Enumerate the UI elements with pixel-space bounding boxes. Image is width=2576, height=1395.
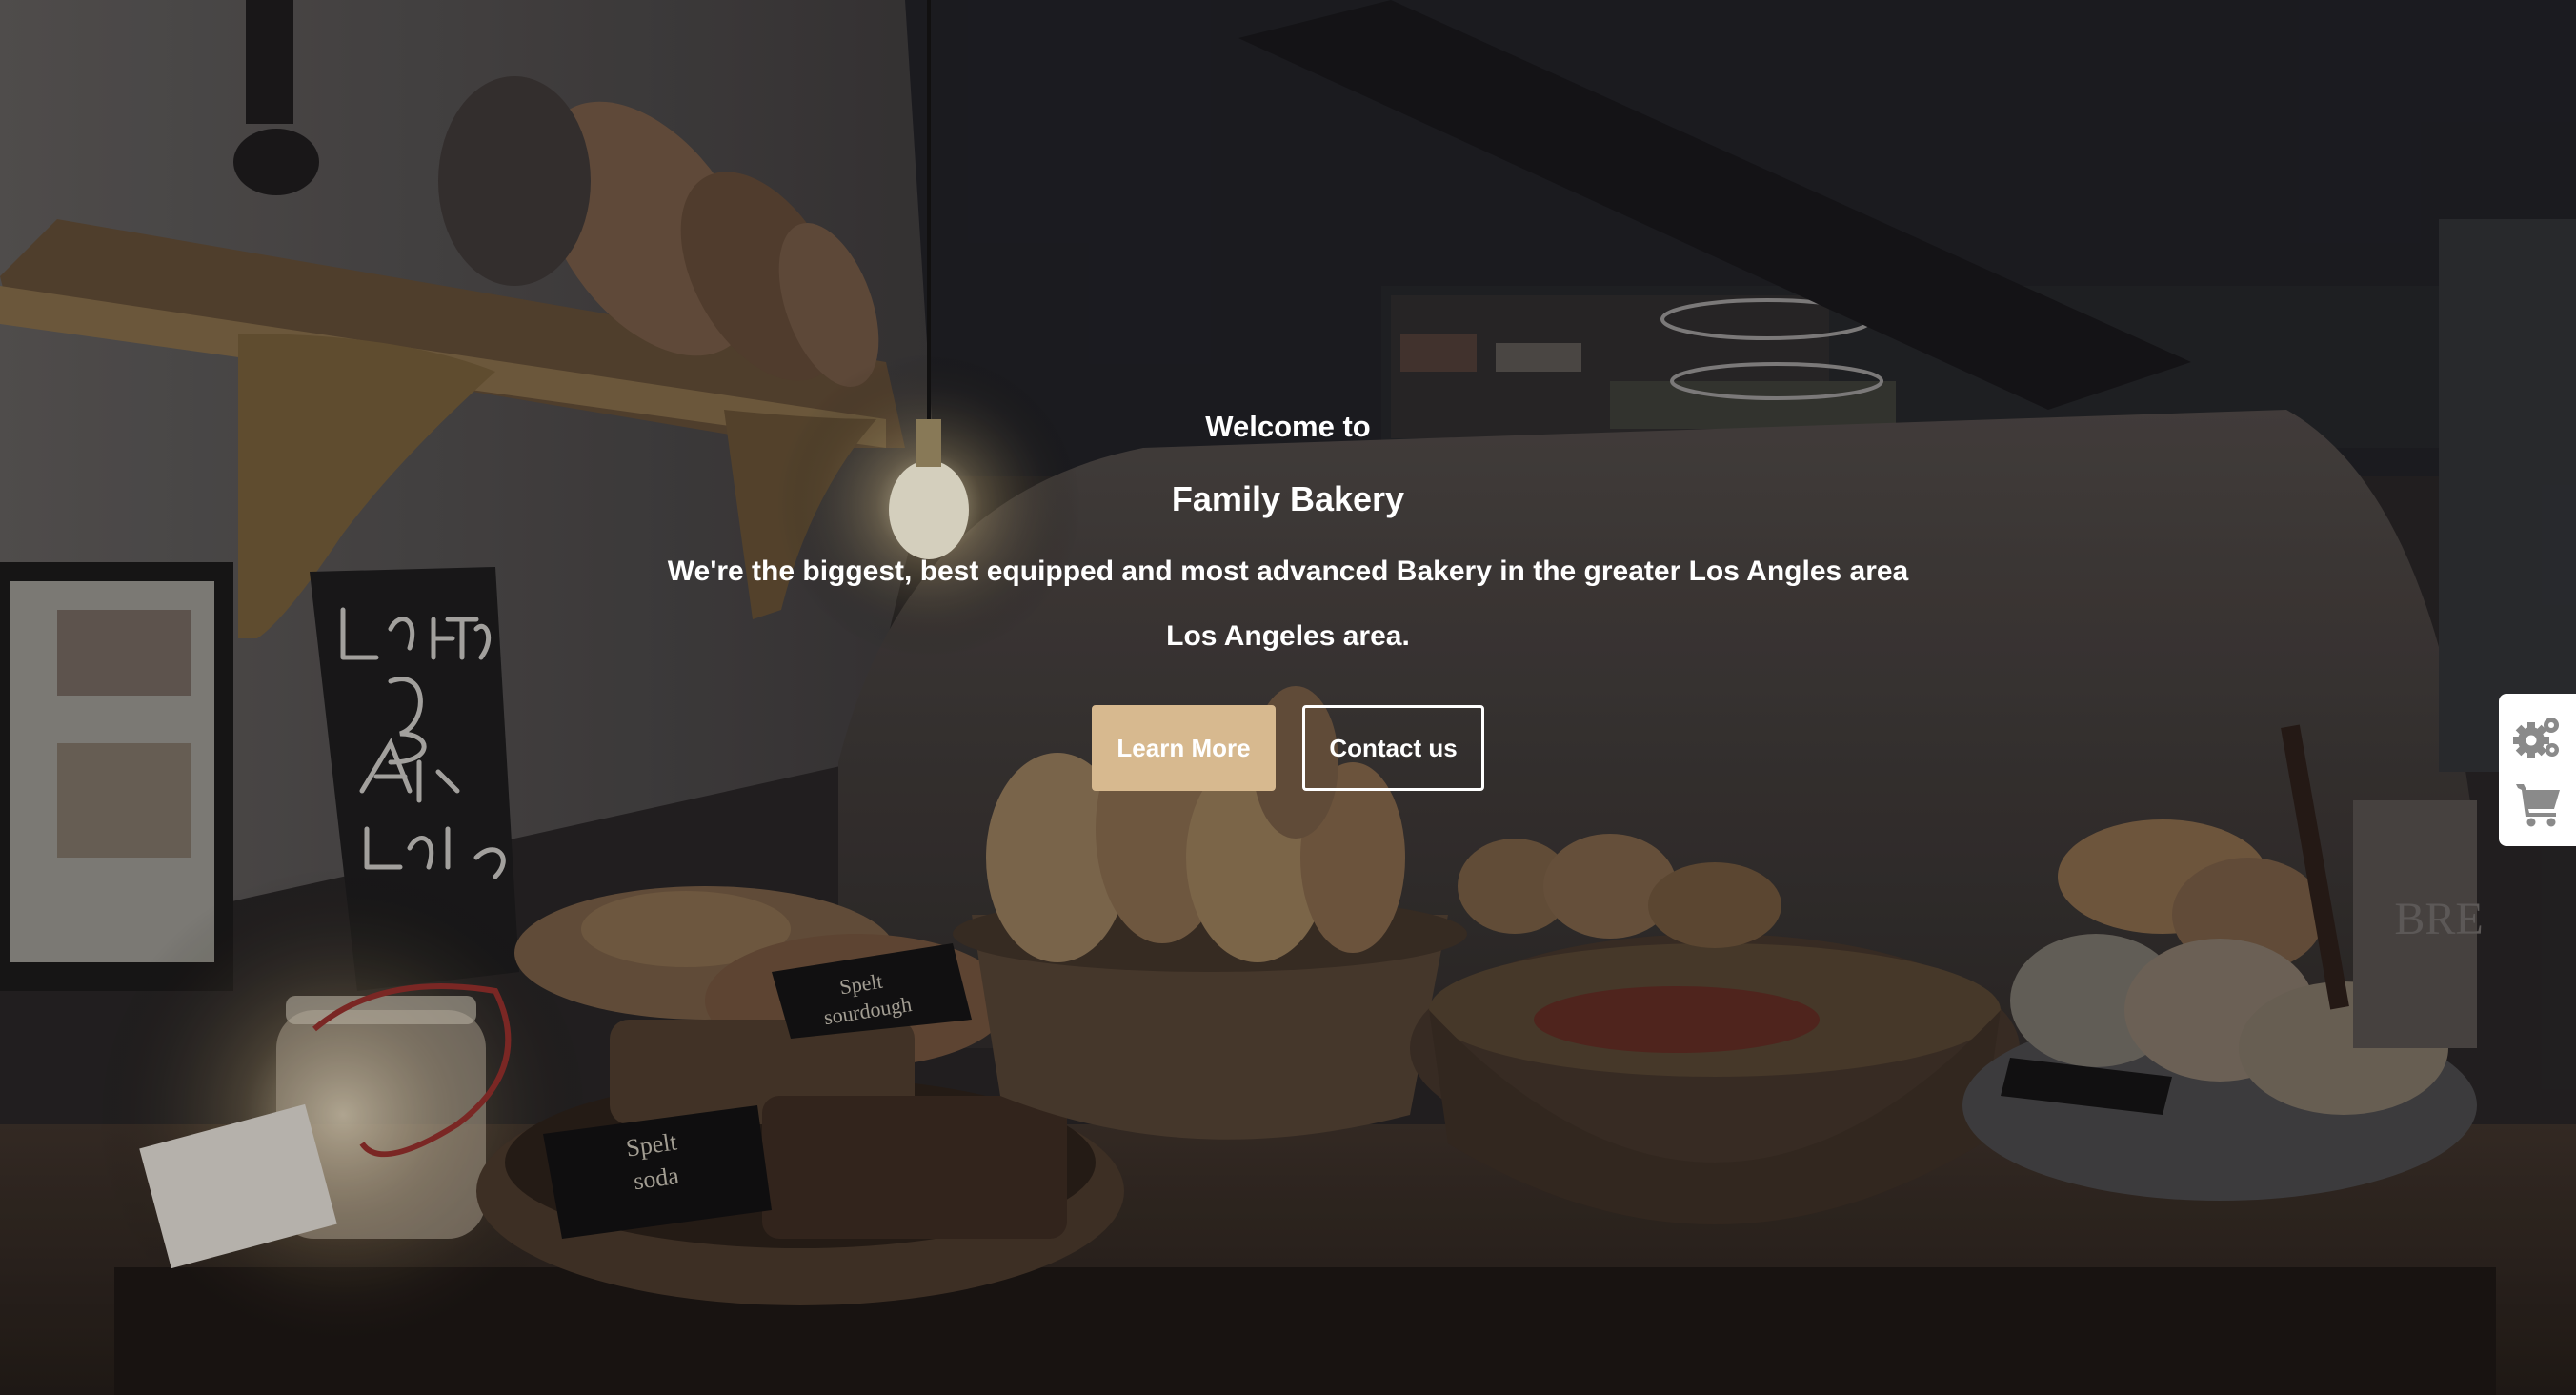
contact-us-button[interactable]: Contact us — [1302, 705, 1484, 791]
hero-title: Family Bakery — [1171, 479, 1405, 518]
hero-tagline: We're the biggest, best equipped and mos… — [667, 556, 1909, 587]
hero-section: Spelt soda Spelt sourdough BRE Welcome t… — [0, 0, 2576, 1395]
side-widget — [2499, 694, 2576, 846]
hero-welcome-text: Welcome to — [1205, 410, 1371, 443]
hero-buttons: Learn More Contact us — [0, 705, 2576, 791]
learn-more-button[interactable]: Learn More — [1092, 705, 1276, 791]
hero-area-text: Los Angeles area. — [1166, 620, 1410, 652]
cart-icon[interactable] — [2512, 777, 2564, 828]
hero-content: Welcome to Family Bakery We're the bigge… — [0, 391, 2576, 791]
gears-icon[interactable] — [2512, 712, 2564, 763]
